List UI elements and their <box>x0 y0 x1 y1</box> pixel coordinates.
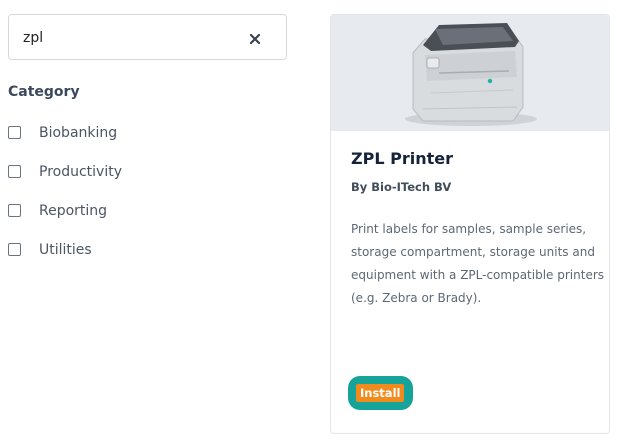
checkbox[interactable] <box>8 243 21 256</box>
app-card[interactable]: ZPL Printer By Bio-ITech BV Print labels… <box>330 14 610 434</box>
checkbox[interactable] <box>8 204 21 217</box>
category-item-biobanking[interactable]: Biobanking <box>8 125 258 145</box>
category-label: Utilities <box>39 242 92 258</box>
close-icon[interactable] <box>248 31 262 45</box>
app-image <box>331 15 609 131</box>
app-title[interactable]: ZPL Printer <box>351 149 453 168</box>
app-vendor: By Bio-ITech BV <box>351 180 452 194</box>
category-item-productivity[interactable]: Productivity <box>8 164 258 184</box>
category-item-reporting[interactable]: Reporting <box>8 203 258 223</box>
search-box[interactable] <box>8 14 287 60</box>
category-item-utilities[interactable]: Utilities <box>8 242 258 262</box>
app-description: Print labels for samples, sample series,… <box>351 222 605 305</box>
category-label: Reporting <box>39 203 108 219</box>
category-label: Biobanking <box>39 125 118 141</box>
checkbox[interactable] <box>8 126 21 139</box>
install-label: Install <box>356 384 405 402</box>
install-button[interactable]: Install <box>348 376 413 410</box>
category-title: Category <box>8 84 80 100</box>
label-printer-image <box>405 23 537 126</box>
checkbox[interactable] <box>8 165 21 178</box>
search-input[interactable] <box>23 27 243 49</box>
category-label: Productivity <box>39 164 122 180</box>
